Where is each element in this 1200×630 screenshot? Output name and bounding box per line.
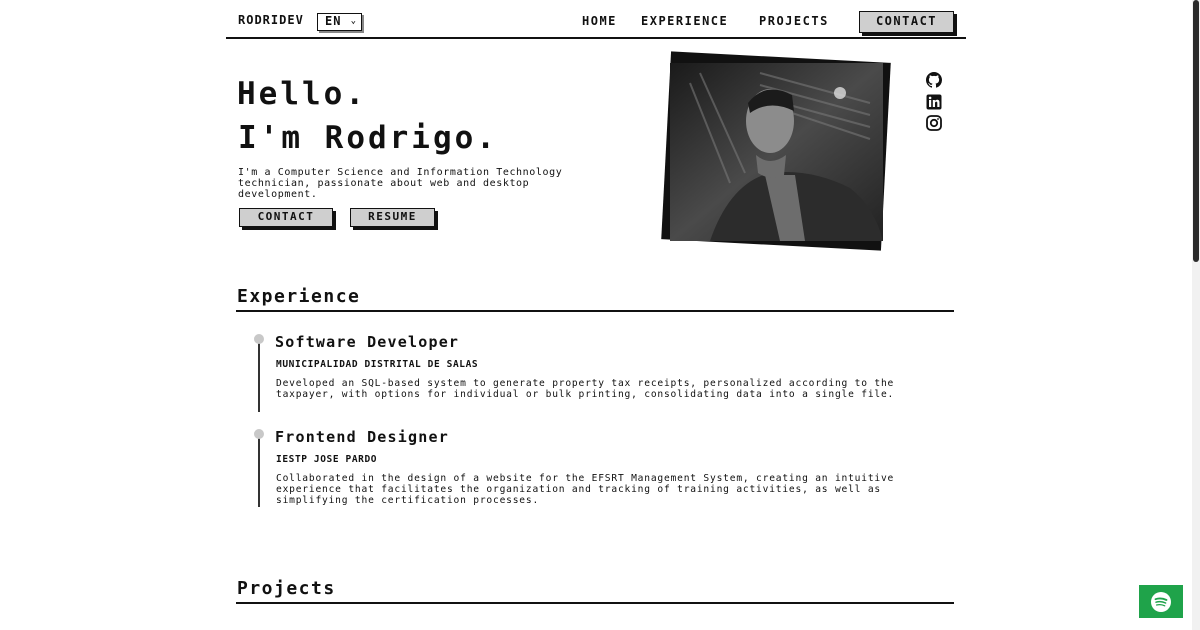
experience-heading: Experience [237,286,361,307]
job-description: Collaborated in the design of a website … [276,473,895,506]
profile-photo [670,63,883,241]
job-title: Software Developer [275,333,460,351]
hero-description: I'm a Computer Science and Information T… [238,167,563,200]
job-organization: IESTP JOSE PARDO [276,454,378,465]
job-title: Frontend Designer [275,428,449,446]
page-container: RODRIDEV EN ⌄ HOME EXPERIENCE PROJECTS C… [226,0,966,630]
spotify-button[interactable] [1139,585,1183,618]
hero-name: I'm Rodrigo. [238,120,498,156]
job-description: Developed an SQL-based system to generat… [276,378,895,400]
resume-button[interactable]: RESUME [350,208,435,227]
nav-home[interactable]: HOME [582,14,617,28]
github-icon[interactable] [926,72,942,88]
timeline-dot [254,334,264,344]
nav-experience[interactable]: EXPERIENCE [641,14,728,28]
site-header: RODRIDEV EN ⌄ HOME EXPERIENCE PROJECTS C… [226,0,966,39]
nav-projects[interactable]: PROJECTS [759,14,829,28]
projects-heading: Projects [237,578,336,599]
scrollbar-thumb[interactable] [1193,0,1199,262]
timeline-dot [254,429,264,439]
linkedin-icon[interactable] [926,94,942,110]
projects-divider [236,602,954,604]
page-scrollbar[interactable] [1192,0,1200,630]
spotify-icon [1151,591,1171,612]
experience-divider [236,310,954,312]
job-organization: MUNICIPALIDAD DISTRITAL DE SALAS [276,359,479,370]
timeline-line [258,340,260,412]
hero-greeting: Hello. [237,76,367,112]
timeline-line [258,435,260,507]
contact-button[interactable]: CONTACT [239,208,333,227]
instagram-icon[interactable] [926,115,942,131]
nav-contact-button[interactable]: CONTACT [859,11,954,33]
language-value: EN [325,14,342,28]
brand-logo[interactable]: RODRIDEV [238,13,304,27]
chevron-down-icon: ⌄ [350,16,357,26]
language-select[interactable]: EN ⌄ [317,13,362,31]
